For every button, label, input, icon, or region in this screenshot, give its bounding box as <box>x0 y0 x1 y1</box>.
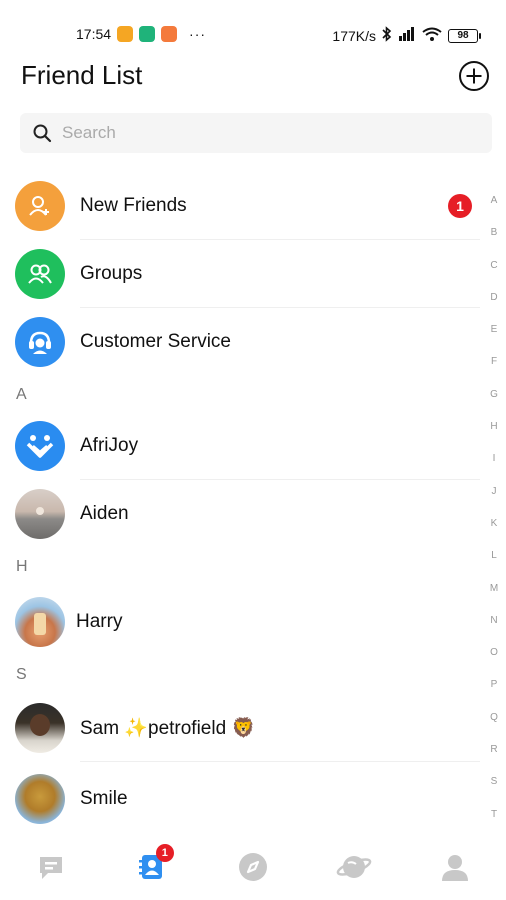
contacts-badge: 1 <box>155 844 174 862</box>
index-letter[interactable]: A <box>488 194 500 226</box>
new-friends-item[interactable]: New Friends 1 <box>0 172 480 240</box>
nav-chats[interactable] <box>21 844 81 894</box>
battery-icon: 98 <box>448 28 481 43</box>
index-letter[interactable]: F <box>488 355 500 387</box>
planet-icon <box>336 851 372 888</box>
bluetooth-icon <box>382 26 392 45</box>
profile-icon <box>439 851 471 888</box>
status-time: 17:54 <box>76 26 112 42</box>
headset-icon <box>15 317 65 367</box>
customer-service-label: Customer Service <box>80 331 231 352</box>
wifi-icon <box>422 27 442 44</box>
section-header-a: A <box>16 386 27 403</box>
index-letter[interactable]: E <box>488 323 500 355</box>
index-letter[interactable]: L <box>488 549 500 581</box>
section-header-h: H <box>16 558 28 575</box>
divider <box>80 761 480 762</box>
nav-explore[interactable] <box>324 844 384 894</box>
shield-app-icon <box>139 26 156 42</box>
header: Friend List <box>0 58 506 98</box>
smile-avatar <box>15 774 65 824</box>
add-user-icon <box>15 181 65 231</box>
contact-afrijoy[interactable]: AfriJoy <box>0 412 480 480</box>
search-input[interactable] <box>62 123 462 143</box>
contact-name: Sam ✨petrofield 🦁 <box>80 718 256 739</box>
more-notifications-icon: ··· <box>189 26 207 42</box>
signal-icon <box>398 27 416 44</box>
index-letter[interactable]: D <box>488 291 500 323</box>
sam-avatar <box>15 703 65 753</box>
chat-icon <box>36 852 66 887</box>
contact-name: Harry <box>76 611 123 632</box>
aiden-avatar <box>15 489 65 539</box>
contact-harry[interactable]: Harry <box>0 588 480 656</box>
compass-icon <box>237 851 269 888</box>
index-letter[interactable]: J <box>488 485 500 517</box>
search-bar[interactable] <box>20 113 492 153</box>
index-letter[interactable]: N <box>488 614 500 646</box>
new-friends-label: New Friends <box>80 195 187 216</box>
customer-service-item[interactable]: Customer Service <box>0 308 480 376</box>
page-title: Friend List <box>21 60 143 90</box>
index-letter[interactable]: B <box>488 226 500 258</box>
nav-me[interactable] <box>425 844 485 894</box>
contact-name: Aiden <box>80 503 129 524</box>
index-letter[interactable]: M <box>488 582 500 614</box>
afrijoy-avatar <box>15 421 65 471</box>
alphabet-index[interactable]: A B C D E F G H I J K L M N O P Q R S T <box>488 194 500 840</box>
index-letter[interactable]: T <box>488 808 500 840</box>
index-letter[interactable]: O <box>488 646 500 678</box>
add-contact-button[interactable] <box>459 61 489 91</box>
index-letter[interactable]: H <box>488 420 500 452</box>
status-bar-left: 17:54 ··· <box>76 26 206 42</box>
new-friends-badge: 1 <box>448 194 472 218</box>
section-header-s: S <box>16 666 27 683</box>
contact-name: Smile <box>80 788 128 809</box>
status-bar-right: 177K/s 98 <box>332 26 481 45</box>
contact-smile[interactable]: Smile <box>0 765 480 833</box>
index-letter[interactable]: G <box>488 388 500 420</box>
contact-name: AfriJoy <box>80 435 139 456</box>
heart-app-icon <box>161 26 178 42</box>
nav-contacts[interactable]: 1 <box>122 844 182 894</box>
mail-app-icon <box>117 26 134 42</box>
index-letter[interactable]: I <box>488 452 500 484</box>
groups-label: Groups <box>80 263 143 284</box>
harry-avatar <box>15 597 65 647</box>
index-letter[interactable]: R <box>488 743 500 775</box>
search-icon <box>32 123 52 143</box>
contact-aiden[interactable]: Aiden <box>0 480 480 548</box>
index-letter[interactable]: C <box>488 259 500 291</box>
groups-item[interactable]: Groups <box>0 240 480 308</box>
index-letter[interactable]: K <box>488 517 500 549</box>
group-icon <box>15 249 65 299</box>
index-letter[interactable]: P <box>488 678 500 710</box>
index-letter[interactable]: S <box>488 775 500 807</box>
network-speed: 177K/s <box>332 27 376 44</box>
nav-discover[interactable] <box>223 844 283 894</box>
index-letter[interactable]: Q <box>488 711 500 743</box>
contact-sam[interactable]: Sam ✨petrofield 🦁 <box>0 694 480 762</box>
bottom-nav: 1 <box>0 838 506 900</box>
